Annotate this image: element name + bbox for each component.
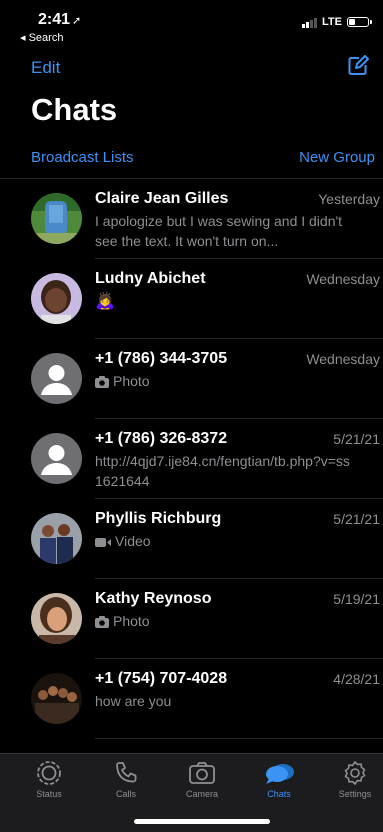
preview-text: Photo: [113, 373, 150, 389]
person-bowing-emoji: 🙇‍♀️: [95, 293, 115, 310]
chat-date: 5/19/21: [333, 591, 380, 607]
preview-text: Photo: [113, 613, 150, 629]
tab-calls[interactable]: Calls: [96, 760, 156, 799]
tab-label: Camera: [185, 789, 218, 799]
status-time: 2:41 ➚: [38, 11, 81, 29]
chat-name: +1 (786) 344-3705: [95, 350, 228, 367]
page-title: Chats: [31, 92, 118, 127]
avatar: [31, 513, 82, 564]
chat-preview: 🙇‍♀️: [95, 291, 357, 312]
signal-strength-icon: [302, 17, 318, 28]
tab-label: Calls: [115, 789, 136, 799]
tab-bar: Status Calls Camera Chats Settings: [0, 753, 383, 832]
tab-chats[interactable]: Chats: [249, 760, 309, 799]
chat-name: Phyllis Richburg: [95, 510, 222, 527]
avatar: [31, 273, 82, 324]
chat-preview: Photo: [95, 611, 357, 633]
default-avatar-icon: [31, 433, 82, 484]
chat-name: Ludny Abichet: [95, 270, 206, 287]
network-type: LTE: [322, 16, 342, 28]
chat-row[interactable]: Claire Jean Gilles Yesterday I apologize…: [0, 179, 383, 259]
chat-bubbles-icon: [249, 760, 309, 786]
chat-row[interactable]: +1 (786) 344-3705 Wednesday Photo: [0, 339, 383, 419]
tab-label: Settings: [338, 789, 372, 799]
camera-icon: [95, 373, 109, 393]
chat-name: Kathy Reynoso: [95, 590, 212, 607]
chat-row[interactable]: Kathy Reynoso 5/19/21 Photo: [0, 579, 383, 659]
chat-row[interactable]: +1 (754) 707-4028 4/28/21 how are you: [0, 659, 383, 739]
location-arrow-icon: ➚: [72, 15, 82, 27]
chat-date: Wednesday: [306, 271, 380, 287]
tab-label: Chats: [267, 789, 291, 799]
preview-text: Video: [115, 533, 151, 549]
time-text: 2:41: [38, 11, 71, 28]
avatar: [31, 673, 82, 724]
video-icon: [95, 533, 111, 553]
edit-button[interactable]: Edit: [31, 58, 60, 78]
chat-date: Yesterday: [318, 191, 380, 207]
phone-icon: [96, 760, 156, 786]
new-group-button[interactable]: New Group: [299, 149, 375, 166]
chat-preview: Photo: [95, 371, 357, 393]
chat-date: 4/28/21: [333, 671, 380, 687]
chat-name: +1 (754) 707-4028: [95, 670, 228, 687]
chat-row[interactable]: Ludny Abichet Wednesday 🙇‍♀️: [0, 259, 383, 339]
chat-date: 5/21/21: [333, 511, 380, 527]
chat-row[interactable]: +1 (786) 326-8372 5/21/21 http://4qjd7.i…: [0, 419, 383, 499]
gear-icon: [325, 760, 383, 786]
tab-camera[interactable]: Camera: [172, 760, 232, 799]
tab-label: Status: [36, 789, 62, 799]
chat-preview: how are you: [95, 693, 172, 709]
chat-preview: I apologize but I was sewing and I didn'…: [95, 213, 343, 249]
chat-date: 5/21/21: [333, 431, 380, 447]
broadcast-lists-button[interactable]: Broadcast Lists: [31, 149, 134, 166]
tab-settings[interactable]: Settings: [325, 760, 383, 799]
avatar: [31, 193, 82, 244]
default-avatar-icon: [31, 353, 82, 404]
status-indicators: LTE: [302, 16, 372, 28]
chat-list[interactable]: Claire Jean Gilles Yesterday I apologize…: [0, 178, 383, 759]
home-indicator[interactable]: [134, 819, 270, 824]
chat-name: +1 (786) 326-8372: [95, 430, 228, 447]
chat-row[interactable]: Phyllis Richburg 5/21/21 Video: [0, 499, 383, 579]
chat-date: Wednesday: [306, 351, 380, 367]
compose-icon[interactable]: [347, 55, 369, 77]
back-to-search-link[interactable]: ◂ Search: [20, 31, 63, 44]
chat-name: Claire Jean Gilles: [95, 190, 229, 207]
status-icon: [19, 760, 79, 786]
tab-status[interactable]: Status: [19, 760, 79, 799]
status-bar: 2:41 ➚ ◂ Search LTE: [0, 0, 383, 46]
avatar: [31, 593, 82, 644]
chat-preview: http://4qjd7.ije84.cn/fengtian/tb.php?v=…: [95, 453, 350, 489]
battery-icon: [347, 17, 372, 27]
camera-icon: [172, 760, 232, 786]
camera-icon: [95, 613, 109, 633]
chat-preview: Video: [95, 531, 357, 553]
